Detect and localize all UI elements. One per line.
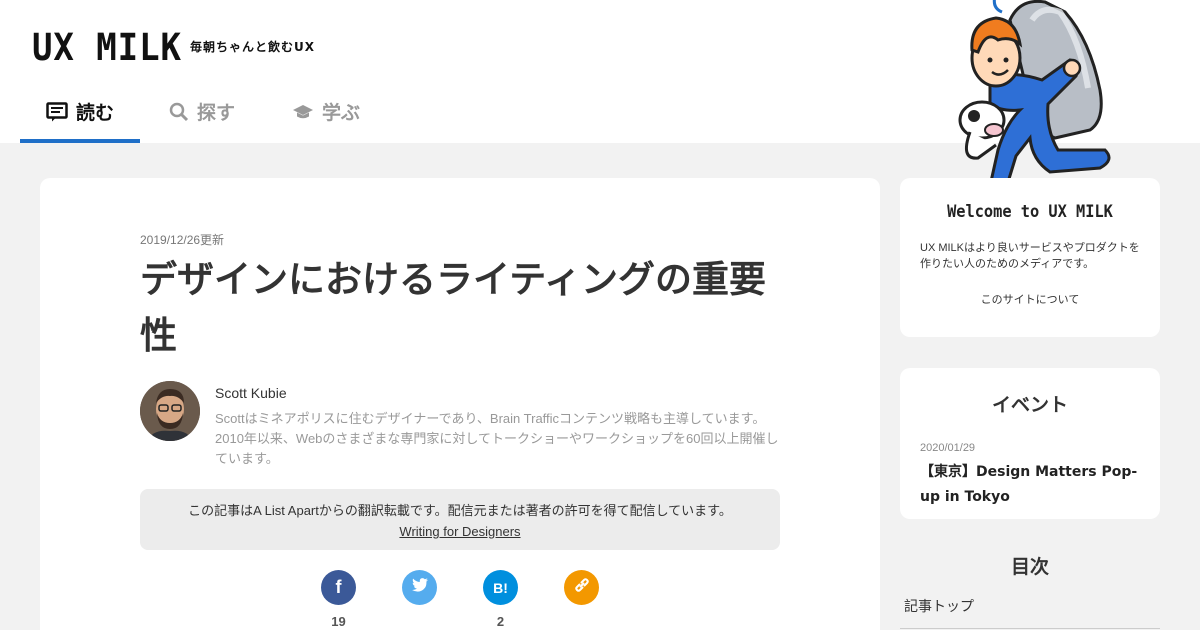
article-title: デザインにおけるライティングの重要性: [140, 258, 767, 357]
toc-divider: [900, 628, 1160, 629]
reading-icon: [46, 101, 68, 122]
event-card: イベント 2020/01/29 【東京】Design Matters Pop-u…: [900, 368, 1160, 519]
translation-notice: この記事はA List Apartからの翻訳転載です。配信元または著者の許可を得…: [140, 489, 780, 550]
facebook-icon: f: [335, 577, 342, 597]
site-logo[interactable]: UX MILK 毎朝ちゃんと飲むUX: [32, 26, 314, 69]
facebook-share-button[interactable]: f: [321, 570, 356, 605]
search-icon: [169, 102, 189, 122]
event-section-title: イベント: [991, 394, 1068, 416]
about-site-link[interactable]: このサイトについて: [900, 291, 1160, 307]
event-date: 2020/01/29: [920, 442, 976, 454]
graduation-cap-icon: [292, 103, 314, 121]
tab-learn[interactable]: 学ぶ: [264, 80, 388, 143]
tab-read-label: 読む: [75, 102, 114, 124]
logo-text[interactable]: UX MILK: [32, 26, 182, 69]
logo-tagline: 毎朝ちゃんと飲むUX: [190, 40, 315, 54]
main-nav: 読む 探す 学ぶ: [20, 80, 388, 143]
event-link[interactable]: 【東京】Design Matters Pop-up in Tokyo: [920, 460, 1144, 510]
author-bio: Scottはミネアポリスに住むデザイナーであり、Brain Trafficコンテ…: [215, 411, 779, 466]
welcome-card: Welcome to UX MILK UX MILKはより良いサービスやプロダク…: [900, 178, 1160, 337]
toc-item[interactable]: 記事トップ: [904, 596, 974, 616]
article-date: 2019/12/26更新: [140, 233, 225, 247]
tab-search[interactable]: 探す: [140, 80, 264, 143]
hatena-bookmark-button[interactable]: B!: [483, 570, 518, 605]
copy-link-button[interactable]: [564, 570, 599, 605]
source-link[interactable]: Writing for Designers: [399, 524, 520, 539]
tab-learn-label: 学ぶ: [321, 102, 360, 124]
tab-search-label: 探す: [196, 102, 235, 124]
twitter-share-button[interactable]: [402, 570, 437, 605]
hatena-bookmark-icon: B!: [493, 579, 508, 596]
author-avatar: [140, 381, 200, 441]
mascot-illustration: [950, 0, 1125, 200]
author-name[interactable]: Scott Kubie: [215, 385, 287, 401]
twitter-icon: [411, 578, 428, 597]
tab-read[interactable]: 読む: [20, 80, 140, 143]
link-icon: [573, 576, 591, 599]
toc-title: 目次: [1010, 556, 1049, 578]
notice-text: この記事はA List Apartからの翻訳転載です。配信元または著者の許可を得…: [188, 503, 732, 518]
hatena-share-count: 2: [496, 614, 505, 629]
welcome-title: Welcome to UX MILK: [947, 202, 1113, 222]
welcome-text: UX MILKはより良いサービスやプロダクトを作りたい人のためのメディアです。: [920, 242, 1140, 270]
facebook-share-count: 19: [331, 614, 346, 629]
